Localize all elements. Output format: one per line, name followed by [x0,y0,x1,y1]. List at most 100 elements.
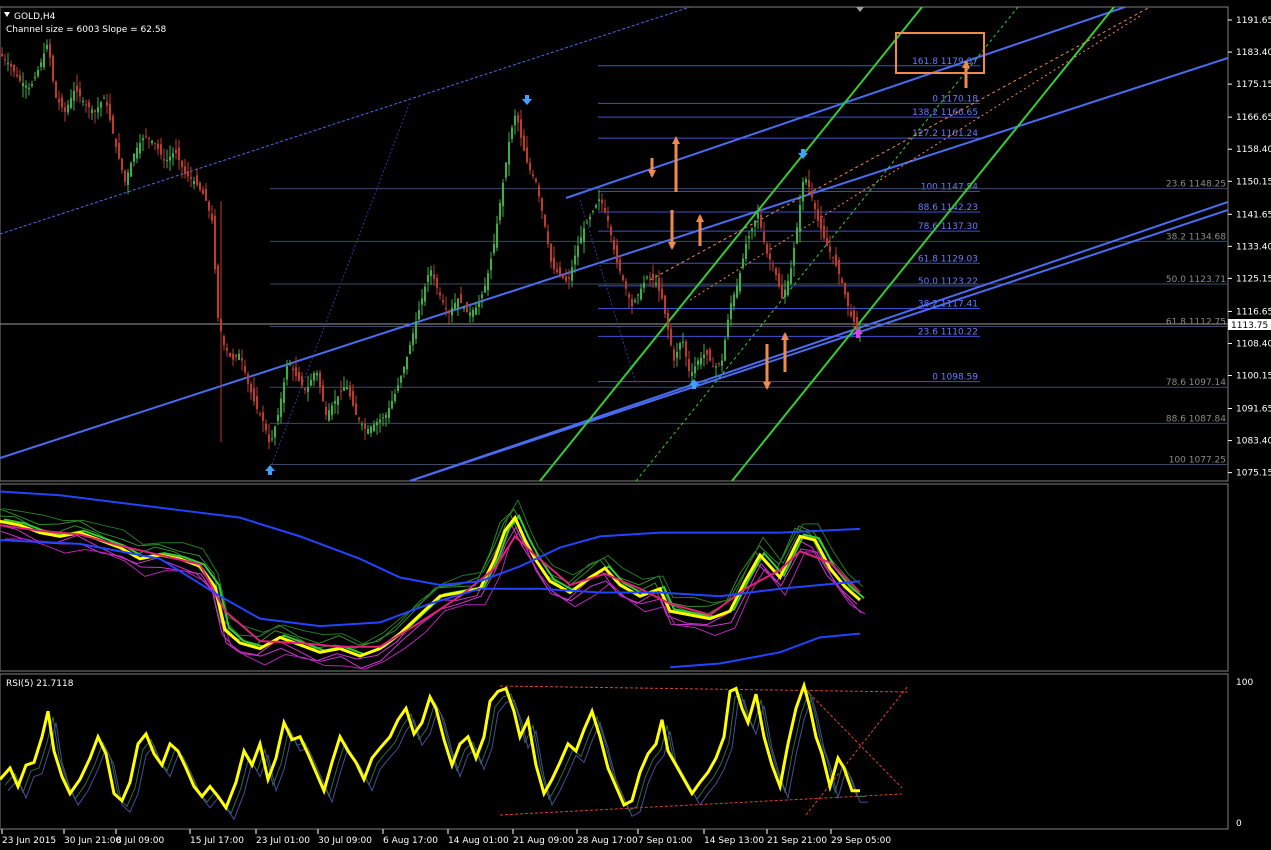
price-tick-label: 1191.65 [1236,16,1271,26]
candle-body [94,110,96,112]
time-tick-label: 15 Jul 17:00 [190,836,244,846]
candle-body [7,62,9,65]
candle-body [70,97,72,108]
candle-body [376,421,378,426]
price-tick-label: 1100.15 [1236,372,1271,382]
price-tick-label: 1166.65 [1236,113,1271,123]
candle-body [436,277,438,288]
candle-body [850,311,852,316]
candle-body [721,360,723,366]
candle-body [589,216,591,220]
candle-body [127,172,129,185]
candle-body [346,386,348,390]
candle-body [121,158,123,171]
candle-body [535,179,537,182]
candle-body [355,403,357,415]
candle-body [280,398,282,417]
candle-body [784,289,786,297]
candle-body [394,393,396,402]
candle-body [310,379,312,386]
candle-body [274,426,276,438]
candle-body [763,232,765,243]
candle-body [658,277,660,291]
candle-body [616,245,618,263]
candle-body [514,115,516,126]
candle-body [541,198,543,211]
candle-body [592,210,594,212]
candle-body [160,144,162,155]
candle-body [502,182,504,207]
candle-body [142,138,144,141]
candle-body [211,213,213,221]
trading-chart[interactable]: 161.8 1179.870 1170.18138.2 1166.65127.2… [0,0,1271,850]
candle-body [52,55,54,81]
candle-body [67,104,69,113]
candle-body [139,142,141,154]
time-tick-label: 6 Aug 17:00 [383,836,438,846]
candle-body [58,98,60,103]
candle-body [205,188,207,201]
fib-level-label: 127.2 1161.24 [912,129,978,139]
candle-body [778,273,780,287]
candle-body [475,307,477,315]
time-tick-label: 8 Jul 09:00 [116,836,165,846]
candle-body [556,269,558,273]
candle-body [706,349,708,355]
candle-body [4,58,6,60]
candle-body [352,391,354,406]
price-tick-label: 1141.65 [1236,210,1271,220]
candle-body [586,222,588,224]
candle-body [472,310,474,317]
fib-level-label: 0 1170.18 [932,94,978,104]
candle-body [739,273,741,292]
candle-body [823,225,825,239]
rsi-tick-0: 0 [1236,819,1242,829]
fib-level-label: 78.6 1137.30 [918,222,978,232]
candle-body [670,328,672,346]
candle-body [262,412,264,421]
candle-body [832,256,834,258]
candle-body [664,295,666,314]
candle-body [493,244,495,254]
candle-body [730,303,732,320]
candle-body [430,270,432,277]
candle-body [400,376,402,383]
candle-body [181,160,183,168]
candle-body [805,179,807,183]
candle-body [811,191,813,198]
candle-body [337,396,339,405]
candle-body [412,333,414,346]
candle-body [241,358,243,361]
fib-retracement-label: 38.2 1134.68 [1166,232,1226,242]
candle-body [259,413,261,415]
candle-body [856,316,858,328]
candle-body [457,298,459,308]
candle-body [484,285,486,293]
time-tick-label: 14 Aug 01:00 [448,836,509,846]
candle-body [313,372,315,381]
candle-body [265,423,267,431]
candle-body [820,215,822,230]
candle-body [748,236,750,239]
candle-body [163,159,165,161]
price-tick-label: 1150.15 [1236,177,1271,187]
candle-body [550,243,552,262]
candle-body [733,294,735,307]
candle-body [1,53,3,56]
candle-body [838,259,840,275]
candle-body [103,97,105,99]
candle-body [235,354,237,357]
candle-body [754,220,756,227]
candle-body [148,137,150,139]
candle-body [427,275,429,283]
candle-body [316,372,318,376]
candle-body [640,288,642,300]
candle-body [553,257,555,270]
candle-body [208,202,210,211]
candle-body [511,127,513,139]
time-tick-label: 21 Sep 21:00 [767,836,827,846]
candle-body [124,170,126,182]
candle-body [607,216,609,221]
candle-body [742,258,744,268]
candle-body [193,181,195,184]
